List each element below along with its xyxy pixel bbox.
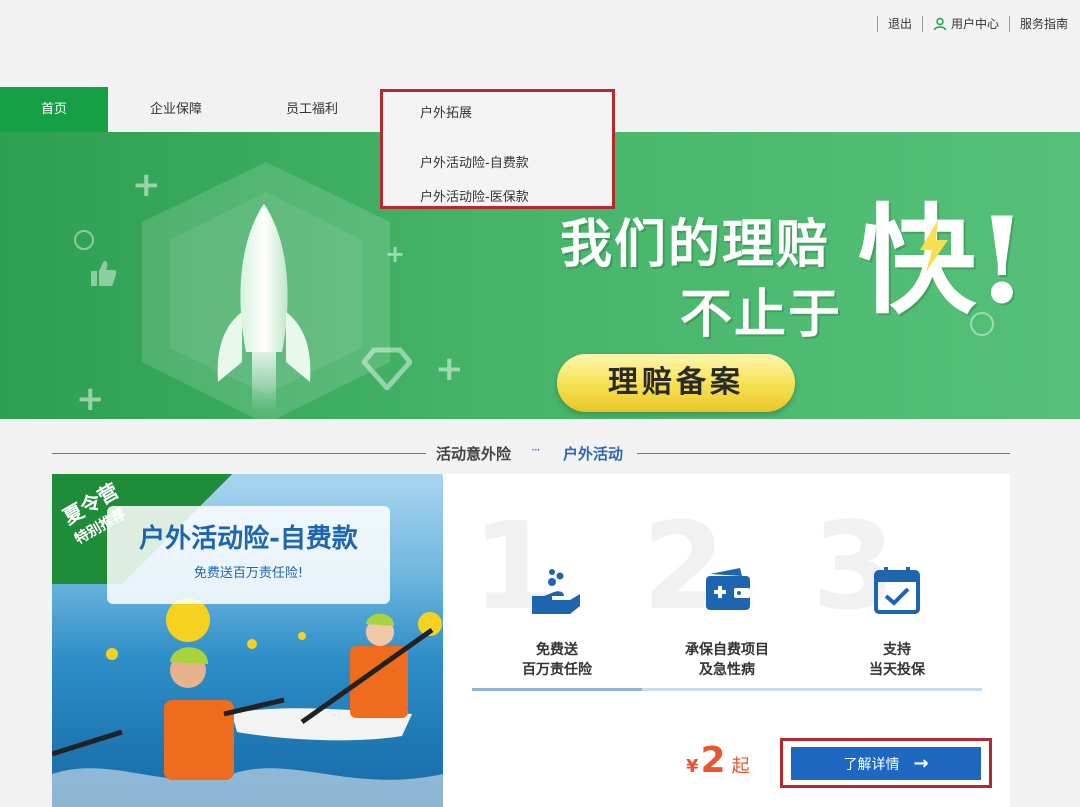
step-bar — [642, 688, 812, 691]
step-text: 支持 当天投保 — [812, 640, 982, 680]
thumbs-up-icon — [91, 261, 117, 286]
divider — [1008, 15, 1010, 32]
service-guide-link[interactable]: 服务指南 — [1020, 15, 1068, 32]
nav-item-outdoor-expansion[interactable]: 户外拓展 — [420, 102, 472, 121]
learn-more-button[interactable]: 了解详情 → — [791, 747, 981, 780]
step-bar — [812, 688, 982, 691]
step-line2: 当天投保 — [869, 662, 925, 678]
price-suffix: 起 — [731, 756, 750, 777]
dropdown-item-self-pay[interactable]: 户外活动险-自费款 — [420, 152, 529, 171]
feature-step: 2 承保自费项目 及急性病 — [642, 504, 812, 704]
plus-decoration: + — [385, 240, 406, 268]
product-image[interactable]: 夏令营 特别推荐 户外活动险-自费款 免费送百万责任险! — [52, 474, 443, 807]
section-title: 活动意外险 — [436, 445, 512, 463]
step-bar — [472, 688, 642, 691]
price-display: ¥ 2 起 — [686, 740, 750, 781]
lightning-icon — [920, 220, 948, 272]
hand-coins-icon — [532, 569, 580, 614]
circle-decoration — [74, 230, 94, 250]
plus-decoration: + — [435, 349, 464, 389]
step-line1: 免费送 — [536, 642, 578, 658]
feature-step: 1 免费送 百万责任险 — [472, 504, 642, 704]
feature-step: 3 支持 当天投保 — [812, 504, 982, 704]
divider — [876, 15, 878, 32]
divider — [921, 15, 923, 32]
step-line1: 承保自费项目 — [685, 642, 769, 658]
diamond-icon — [362, 347, 412, 390]
logout-link[interactable]: 退出 — [888, 15, 912, 32]
product-card: 夏令营 特别推荐 户外活动险-自费款 免费送百万责任险! 1 免费送 百万责任险 … — [52, 474, 1010, 807]
step-text: 承保自费项目 及急性病 — [642, 640, 812, 680]
plus-decoration: + — [76, 379, 105, 419]
logout-label: 退出 — [887, 17, 912, 31]
utility-links: 退出 用户中心 服务指南 — [867, 15, 1068, 32]
image-title-box: 户外活动险-自费款 免费送百万责任险! — [107, 506, 390, 604]
step-line2: 及急性病 — [699, 662, 755, 678]
calendar-check-icon — [874, 567, 920, 614]
step-line2: 百万责任险 — [522, 662, 592, 678]
section-heading: 活动意外险 ··· 户外活动 — [52, 440, 1010, 468]
top-bar: 退出 用户中心 服务指南 — [0, 0, 1080, 87]
service-guide-label: 服务指南 — [1019, 17, 1068, 31]
feature-steps: 1 免费送 百万责任险 2 承保自费项目 及急性病 3 支持 当天投保 — [472, 504, 982, 704]
banner-slogan-line1: 我们的理赔 — [560, 214, 831, 275]
detail-button-highlight: 了解详情 → — [780, 738, 992, 788]
section-subtitle: 户外活动 — [563, 445, 624, 463]
nav-item-home[interactable]: 首页 — [0, 87, 108, 132]
claim-filing-button[interactable]: 理赔备案 — [557, 354, 795, 412]
learn-more-label: 了解详情 — [843, 756, 900, 773]
product-image-subtitle: 免费送百万责任险! — [193, 566, 304, 581]
section-dots: ··· — [531, 443, 541, 457]
banner-slogan-line2: 不止于 — [680, 284, 843, 345]
outdoor-dropdown-menu: 户外拓展 户外活动险-自费款 户外活动险-医保款 — [380, 89, 615, 209]
rocket-icon — [217, 204, 311, 412]
step-text: 免费送 百万责任险 — [472, 640, 642, 680]
plus-decoration: + — [132, 165, 161, 205]
nav-item-enterprise-protection[interactable]: 企业保障 — [128, 87, 224, 132]
medical-wallet-icon — [706, 568, 750, 610]
user-center-label: 用户中心 — [950, 17, 999, 31]
price-value: 2 — [700, 740, 726, 781]
divider — [52, 453, 426, 454]
product-image-title: 户外活动险-自费款 — [139, 524, 358, 554]
user-icon — [933, 17, 947, 30]
divider — [637, 453, 1010, 454]
dropdown-item-medical-insurance[interactable]: 户外活动险-医保款 — [420, 186, 529, 205]
price-currency: ¥ — [686, 756, 699, 777]
user-center-link[interactable]: 用户中心 — [933, 15, 999, 32]
step-line1: 支持 — [883, 642, 911, 658]
arrow-right-icon: → — [913, 753, 929, 774]
nav-item-employee-benefits[interactable]: 员工福利 — [264, 87, 360, 132]
